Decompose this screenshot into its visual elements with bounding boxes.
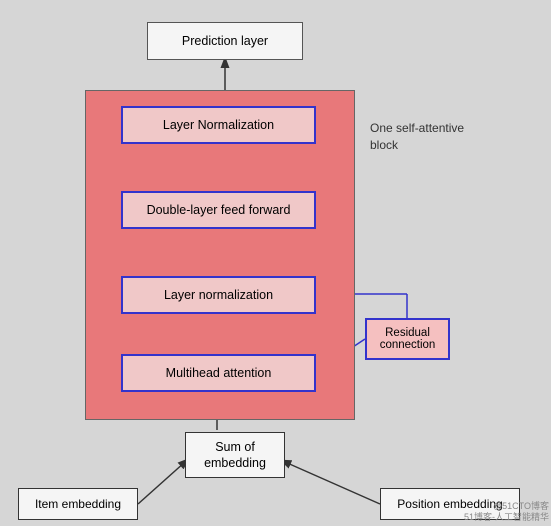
sum-of-embedding-label: Sum ofembedding [204,439,266,472]
layer-normalization-box: Layer Normalization [121,106,316,144]
self-attentive-label: One self-attentive block [370,120,480,154]
prediction-layer-label: Prediction layer [182,34,268,48]
multihead-attention-box: Multihead attention [121,354,316,392]
prediction-layer-box: Prediction layer [147,22,303,60]
watermark: @51CTO博客 51博客-人工智能精华 [464,501,549,524]
item-embedding-box: Item embedding [18,488,138,520]
multihead-attention-label: Multihead attention [166,366,272,380]
feed-forward-box: Double-layer feed forward [121,191,316,229]
residual-connection-label: Residualconnection [380,327,436,351]
sum-of-embedding-box: Sum ofembedding [185,432,285,478]
feed-forward-label: Double-layer feed forward [147,203,291,217]
item-embedding-label: Item embedding [35,497,121,511]
self-attentive-block: Layer Normalization Double-layer feed fo… [85,90,355,420]
residual-connection-box: Residualconnection [365,318,450,360]
layer-normalization2-label: Layer normalization [164,288,273,302]
diagram-container: Prediction layer Layer Normalization Dou… [0,0,551,526]
layer-normalization2-box: Layer normalization [121,276,316,314]
layer-normalization-label: Layer Normalization [163,118,274,132]
